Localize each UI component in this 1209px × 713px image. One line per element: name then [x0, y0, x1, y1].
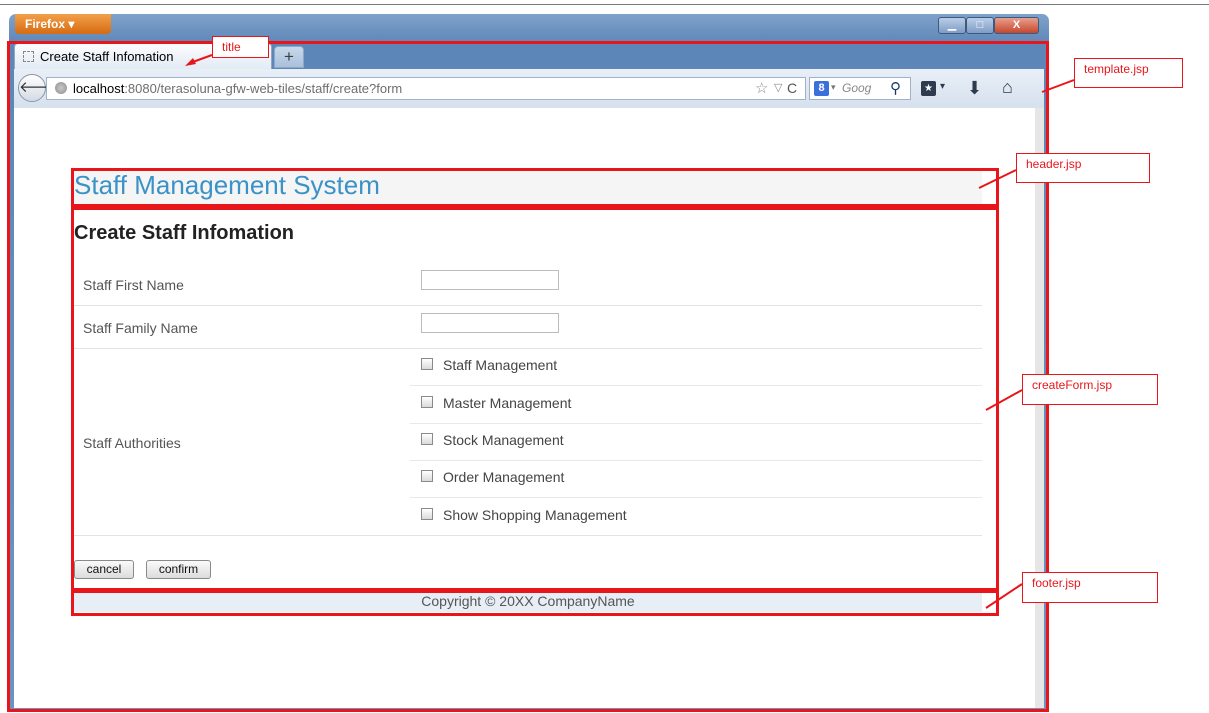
footer-arrow — [985, 583, 1023, 609]
template-annotation-label: template.jsp — [1074, 58, 1183, 88]
annotation-arrows — [185, 54, 1075, 609]
title-arrowhead — [185, 58, 196, 66]
template-arrow — [1041, 79, 1075, 93]
title-annotation-label: title — [212, 36, 269, 58]
header-annotation-label: header.jsp — [1016, 153, 1150, 183]
header-arrow — [978, 169, 1017, 189]
createform-arrow — [985, 389, 1023, 411]
createform-annotation-label: createForm.jsp — [1022, 374, 1158, 405]
footer-annotation-label: footer.jsp — [1022, 572, 1158, 603]
